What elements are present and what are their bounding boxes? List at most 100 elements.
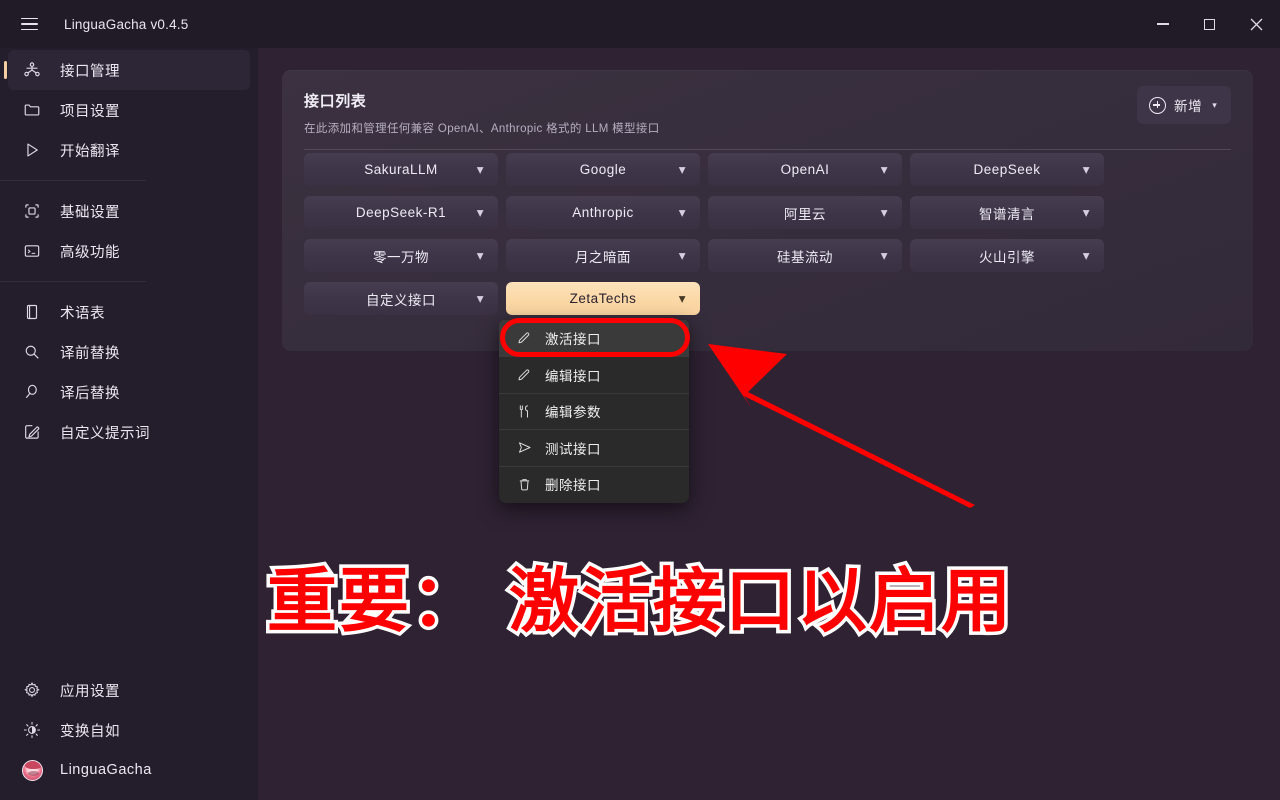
chevron-down-icon: ▾: [1212, 99, 1217, 110]
interface-label: ZetaTechs: [569, 291, 637, 306]
sidebar-item-label: 项目设置: [60, 103, 120, 120]
chevron-down-icon: ▾: [1082, 204, 1090, 220]
chevron-down-icon: ▾: [476, 247, 484, 263]
chevron-down-icon: ▾: [476, 161, 484, 177]
gear-icon: [22, 680, 42, 700]
interface-label: 阿里云: [784, 206, 826, 222]
sidebar-item-label: 变换自如: [60, 723, 120, 740]
hamburger-icon[interactable]: [14, 9, 44, 39]
chevron-down-icon: ▾: [476, 204, 484, 220]
interface-button-01ai[interactable]: 零一万物 ▾: [304, 239, 498, 272]
close-button[interactable]: [1233, 0, 1280, 48]
interface-button-zhipu[interactable]: 智谱清言 ▾: [910, 196, 1104, 229]
plus-circle-icon: [1149, 96, 1166, 114]
chevron-down-icon: ▾: [678, 161, 686, 177]
maximize-button[interactable]: [1186, 0, 1233, 48]
minimize-icon: [1156, 23, 1169, 25]
interface-label: Anthropic: [572, 205, 634, 220]
minimize-button[interactable]: [1139, 0, 1186, 48]
interface-label: 智谱清言: [979, 206, 1035, 222]
sidebar-item-label: 接口管理: [60, 63, 120, 80]
interface-label: 自定义接口: [366, 292, 436, 308]
menu-item-label: 激活接口: [545, 332, 601, 348]
chevron-down-icon: ▾: [678, 290, 686, 306]
interface-label: DeepSeek-R1: [355, 205, 447, 220]
sidebar-item-post-translation-replace[interactable]: 译后替换: [8, 372, 250, 412]
sidebar-divider-2: [0, 281, 146, 282]
sidebar-item-project-settings[interactable]: 项目设置: [8, 90, 250, 130]
interface-button-volcengine[interactable]: 火山引擎 ▾: [910, 239, 1104, 272]
sidebar-top-group: 接口管理 项目设置 开始翻译 基础设置 高级功能 术语表 译前替换 译后替换 自…: [0, 48, 258, 452]
brightness-icon: [22, 720, 42, 740]
sidebar-item-label: 高级功能: [60, 244, 120, 261]
sidebar-item-start-translation[interactable]: 开始翻译: [8, 130, 250, 170]
interface-grid: SakuraLLM ▾ Google ▾ OpenAI ▾ DeepSeek ▾…: [304, 153, 1231, 315]
sidebar-item-theme-toggle[interactable]: 变换自如: [8, 710, 250, 750]
sidebar-divider-1: [0, 180, 146, 181]
card-header: 接口列表 在此添加和管理任何兼容 OpenAI、Anthropic 格式的 LL…: [282, 70, 1253, 136]
interface-button-sakurallm[interactable]: SakuraLLM ▾: [304, 153, 498, 186]
sidebar-item-account[interactable]: LinguaGacha: [8, 750, 250, 790]
chevron-down-icon: ▾: [880, 161, 888, 177]
pencil-icon: [516, 330, 533, 347]
sidebar-item-glossary[interactable]: 术语表: [8, 292, 250, 332]
add-interface-button[interactable]: 新增 ▾: [1137, 86, 1231, 124]
sidebar-bottom-group: 应用设置 变换自如 LinguaGacha: [0, 670, 258, 800]
menu-item-test-interface[interactable]: 测试接口: [499, 429, 689, 465]
interface-label: 零一万物: [373, 249, 429, 265]
sidebar-item-label: 开始翻译: [60, 143, 120, 160]
folder-icon: [22, 100, 42, 120]
page-title: 接口列表: [304, 93, 367, 110]
sidebar-item-pre-translation-replace[interactable]: 译前替换: [8, 332, 250, 372]
chevron-down-icon: ▾: [1082, 247, 1090, 263]
interface-button-google[interactable]: Google ▾: [506, 153, 700, 186]
interface-button-zetatechs[interactable]: ZetaTechs ▾: [506, 282, 700, 315]
menu-item-delete-interface[interactable]: 删除接口: [499, 465, 689, 502]
interface-button-custom[interactable]: 自定义接口 ▾: [304, 282, 498, 315]
menu-item-edit-interface[interactable]: 编辑接口: [499, 356, 689, 392]
interface-label: 硅基流动: [777, 249, 833, 265]
book-icon: [22, 302, 42, 322]
menu-item-label: 编辑参数: [545, 405, 601, 421]
sidebar-item-label: 译后替换: [60, 385, 120, 402]
trash-icon: [516, 476, 533, 493]
sidebar-item-label: 应用设置: [60, 683, 120, 700]
app-title: LinguaGacha v0.4.5: [64, 16, 189, 32]
application-window: LinguaGacha v0.4.5 接口管理 项目设置 开始翻译 基础设置 高…: [0, 0, 1280, 800]
sidebar-item-label: 译前替换: [60, 345, 120, 362]
menu-item-label: 编辑接口: [545, 369, 601, 385]
sidebar-item-advanced-features[interactable]: 高级功能: [8, 231, 250, 271]
card-divider: [304, 149, 1231, 150]
pencil-icon: [516, 367, 533, 384]
menu-item-label: 测试接口: [545, 441, 601, 457]
terminal-icon: [22, 241, 42, 261]
interface-button-anthropic[interactable]: Anthropic ▾: [506, 196, 700, 229]
menu-item-edit-parameters[interactable]: 编辑参数: [499, 392, 689, 429]
sidebar: 接口管理 项目设置 开始翻译 基础设置 高级功能 术语表 译前替换 译后替换 自…: [0, 48, 258, 800]
interface-button-siliconflow[interactable]: 硅基流动 ▾: [708, 239, 902, 272]
maximize-icon: [1204, 18, 1215, 30]
interface-button-aliyun[interactable]: 阿里云 ▾: [708, 196, 902, 229]
sidebar-item-interface-management[interactable]: 接口管理: [4, 50, 250, 90]
interface-label: OpenAI: [780, 162, 830, 177]
interface-label: DeepSeek: [973, 162, 1041, 177]
sidebar-item-custom-prompt[interactable]: 自定义提示词: [8, 412, 250, 452]
sidebar-item-label: 基础设置: [60, 204, 120, 221]
interface-button-moonshot[interactable]: 月之暗面 ▾: [506, 239, 700, 272]
cube-outline-icon: [22, 201, 42, 221]
sidebar-item-app-settings[interactable]: 应用设置: [8, 670, 250, 710]
search-alt-icon: [22, 382, 42, 402]
interface-label: 火山引擎: [979, 249, 1035, 265]
interface-label: SakuraLLM: [364, 162, 438, 177]
sidebar-item-label: LinguaGacha: [60, 762, 152, 778]
chevron-down-icon: ▾: [880, 247, 888, 263]
interface-button-deepseek-r1[interactable]: DeepSeek-R1 ▾: [304, 196, 498, 229]
sidebar-item-label: 自定义提示词: [60, 425, 150, 442]
interface-button-openai[interactable]: OpenAI ▾: [708, 153, 902, 186]
chevron-down-icon: ▾: [1082, 161, 1090, 177]
menu-item-activate-interface[interactable]: 激活接口: [499, 320, 689, 357]
sidebar-item-basic-settings[interactable]: 基础设置: [8, 191, 250, 231]
send-icon: [516, 439, 533, 456]
interface-button-deepseek[interactable]: DeepSeek ▾: [910, 153, 1104, 186]
play-triangle-icon: [22, 140, 42, 160]
